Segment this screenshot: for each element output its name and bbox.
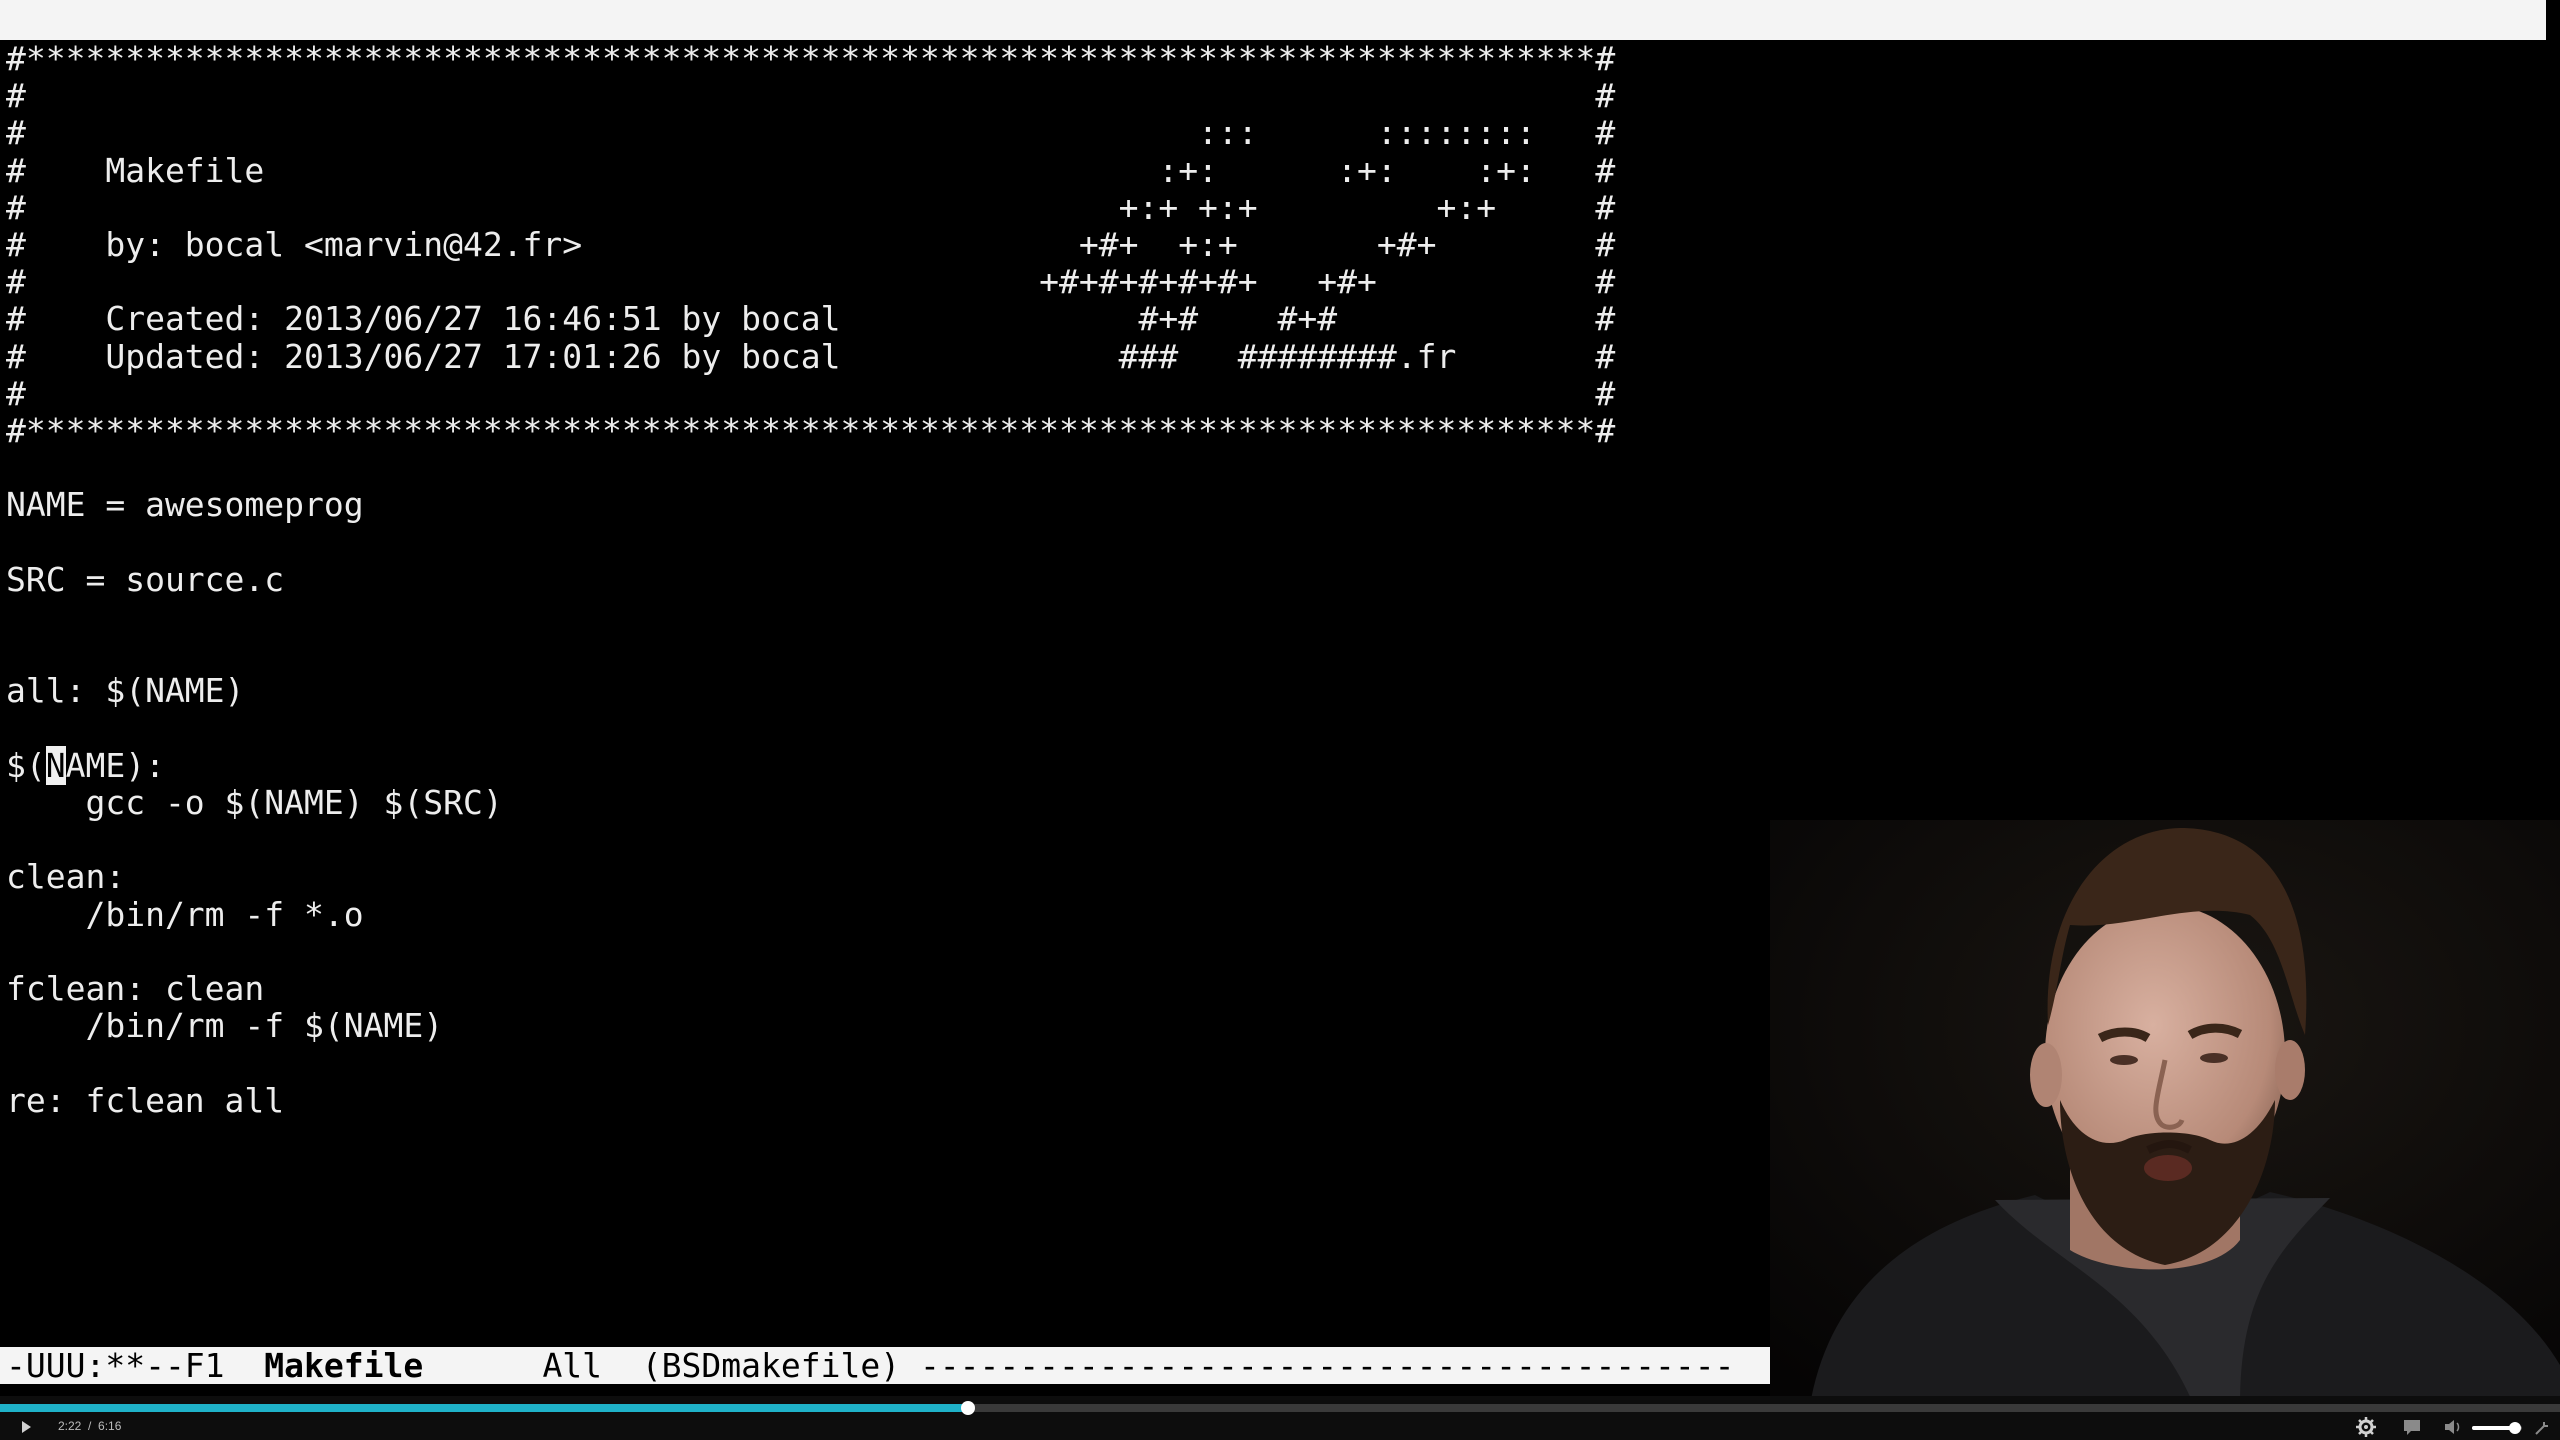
code-line: # +:+ +:+ +:+ # xyxy=(6,188,1616,227)
code-line: all: $(NAME) xyxy=(6,671,245,710)
progress-scrubber[interactable] xyxy=(960,1401,975,1415)
modeline-position: All xyxy=(423,1347,642,1384)
progress-bar[interactable] xyxy=(0,1401,2560,1415)
code-line: #***************************************… xyxy=(6,411,1616,450)
code-line: SRC = source.c xyxy=(6,560,285,599)
text-cursor: N xyxy=(45,746,66,785)
code-line: # ::: :::::::: # xyxy=(6,113,1616,152)
modeline-status: -UUU:**--F1 xyxy=(6,1347,265,1384)
menu-bar: File Edit Options Buffers Tools Makefile… xyxy=(0,0,2546,82)
code-line: $(NAME): xyxy=(6,746,165,785)
code-line: gcc -o $(NAME) $(SRC) xyxy=(6,783,503,822)
volume-icon[interactable] xyxy=(2442,1416,2464,1438)
code-line: NAME = awesomeprog xyxy=(6,485,364,524)
editor-buffer[interactable]: #***************************************… xyxy=(6,40,1786,1345)
timecode: 2:22 / 6:16 xyxy=(58,1419,122,1433)
code-line: # # xyxy=(6,374,1616,413)
code-line: # +#+#+#+#+#+ +#+ # xyxy=(6,262,1616,301)
modeline-fill: ----------------------------------------… xyxy=(919,1347,1735,1384)
modeline-buffer-name: Makefile xyxy=(264,1347,424,1384)
code-line: # Updated: 2013/06/27 17:01:26 by bocal … xyxy=(6,337,1616,376)
volume-slider[interactable] xyxy=(2472,1422,2522,1434)
video-player-controls: 2:22 / 6:16 xyxy=(0,1396,2560,1440)
subtitles-icon[interactable] xyxy=(2401,1416,2423,1438)
presenter-video xyxy=(1770,820,2560,1405)
code-line: clean: xyxy=(6,857,126,896)
mode-line: -UUU:**--F1 Makefile All (BSDmakefile) -… xyxy=(0,1347,1795,1384)
code-line: # Created: 2013/06/27 16:46:51 by bocal … xyxy=(6,299,1616,338)
code-line: # by: bocal <marvin@42.fr> +#+ +:+ +#+ # xyxy=(6,225,1616,264)
modeline-major-mode: (BSDmakefile) xyxy=(641,1347,920,1384)
code-line: # # xyxy=(6,76,1616,115)
total-time: 6:16 xyxy=(98,1419,122,1433)
code-line: #***************************************… xyxy=(6,40,1616,78)
code-line: fclean: clean xyxy=(6,969,265,1008)
fullscreen-icon[interactable] xyxy=(2532,1416,2554,1438)
code-line: # Makefile :+: :+: :+: # xyxy=(6,151,1616,190)
code-line: re: fclean all xyxy=(6,1081,285,1120)
settings-icon[interactable] xyxy=(2355,1416,2377,1438)
webcam-overlay xyxy=(1770,820,2560,1405)
progress-fill xyxy=(0,1404,968,1412)
code-line: /bin/rm -f *.o xyxy=(6,895,364,934)
current-time: 2:22 xyxy=(58,1419,82,1433)
code-line: /bin/rm -f $(NAME) xyxy=(6,1006,444,1045)
play-icon[interactable] xyxy=(16,1417,36,1437)
volume-knob[interactable] xyxy=(2508,1422,2521,1434)
